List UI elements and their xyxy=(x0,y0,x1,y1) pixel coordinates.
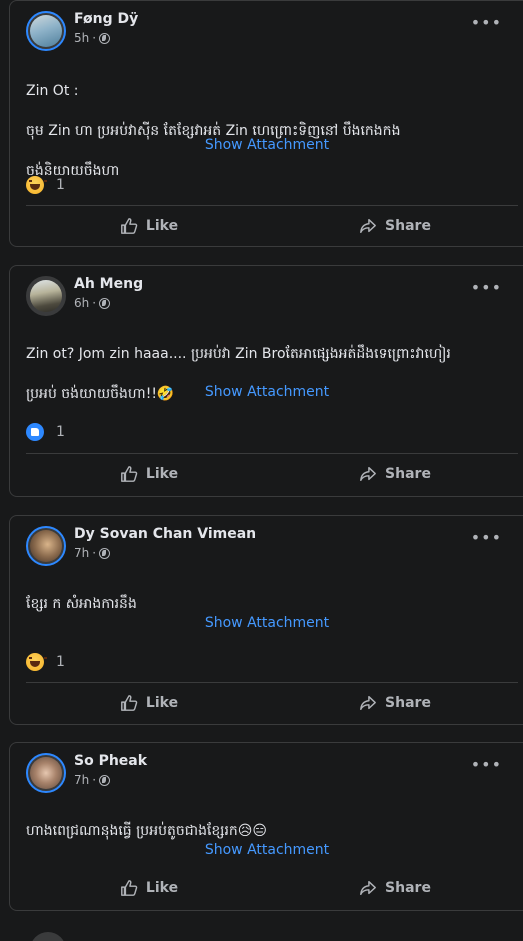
share-button[interactable]: Share xyxy=(272,870,518,906)
post-meta: 5h · xyxy=(74,31,111,45)
more-options-icon[interactable]: ••• xyxy=(471,757,502,773)
reaction-count: 1 xyxy=(56,424,65,440)
share-arrow-icon xyxy=(360,466,376,482)
share-button[interactable]: Share xyxy=(272,456,518,492)
like-button[interactable]: Like xyxy=(26,870,272,906)
globe-icon[interactable] xyxy=(99,547,111,559)
show-attachment-link[interactable]: Show Attachment xyxy=(10,842,523,858)
author-name[interactable]: Ah Meng xyxy=(74,276,143,292)
timestamp[interactable]: 7h xyxy=(74,546,89,560)
post-meta: 6h · xyxy=(74,296,111,310)
post-actions: Like Share xyxy=(26,870,518,906)
reaction-summary[interactable]: 1 xyxy=(26,423,65,441)
globe-icon[interactable] xyxy=(99,32,111,44)
post-card: So Pheak 7h · ••• ហាងពេជ្រណានុងធ្វើ ប្រអ… xyxy=(9,742,523,911)
post-card: Dy Sovan Chan Vimean 7h · ••• ខ្សែរ ក សំ… xyxy=(9,515,523,725)
avatar[interactable] xyxy=(26,276,66,316)
more-options-icon[interactable]: ••• xyxy=(471,280,502,296)
show-attachment-link[interactable]: Show Attachment xyxy=(10,615,523,631)
post-actions: Like Share xyxy=(26,456,518,492)
thumbs-up-icon xyxy=(121,880,138,896)
share-arrow-icon xyxy=(360,880,376,896)
like-label: Like xyxy=(145,218,179,234)
thumbs-up-icon xyxy=(121,695,138,711)
post-meta: 7h · xyxy=(74,773,111,787)
share-label: Share xyxy=(385,695,431,711)
timestamp[interactable]: 6h xyxy=(74,296,89,310)
globe-icon[interactable] xyxy=(99,774,111,786)
thumbs-up-icon xyxy=(121,218,138,234)
more-options-icon[interactable]: ••• xyxy=(471,530,502,546)
post-text: Zin ot? Jom zin haaa.... ប្រអប់វា Zin Br… xyxy=(26,346,451,402)
post-header: Føng Dÿ 5h · ••• xyxy=(26,11,523,51)
more-options-icon[interactable]: ••• xyxy=(471,15,502,31)
share-label: Share xyxy=(385,466,431,482)
reaction-count: 1 xyxy=(56,177,65,193)
author-name[interactable]: So Pheak xyxy=(74,753,147,769)
post-actions: Like Share xyxy=(26,685,518,721)
share-button[interactable]: Share xyxy=(272,208,518,244)
like-button[interactable]: Like xyxy=(26,208,272,244)
post-header: Dy Sovan Chan Vimean 7h · ••• xyxy=(26,526,523,566)
avatar[interactable] xyxy=(26,753,66,793)
avatar[interactable] xyxy=(30,932,66,941)
like-reaction-icon xyxy=(26,423,44,441)
show-attachment-link[interactable]: Show Attachment xyxy=(10,384,523,400)
share-button[interactable]: Share xyxy=(272,685,518,721)
like-button[interactable]: Like xyxy=(26,685,272,721)
share-arrow-icon xyxy=(360,695,376,711)
post-card: Føng Dÿ 5h · ••• Zin Ot : ចុម Zin ហា ប្រ… xyxy=(9,0,523,247)
divider xyxy=(26,205,518,206)
globe-icon[interactable] xyxy=(99,297,111,309)
timestamp[interactable]: 5h xyxy=(74,31,89,45)
author-name[interactable]: Føng Dÿ xyxy=(74,11,138,27)
reaction-count: 1 xyxy=(56,654,65,670)
divider xyxy=(26,453,518,454)
show-attachment-link[interactable]: Show Attachment xyxy=(10,137,523,153)
post-header: So Pheak 7h · ••• xyxy=(26,753,523,793)
share-arrow-icon xyxy=(360,218,376,234)
share-label: Share xyxy=(385,218,431,234)
like-label: Like xyxy=(145,880,179,896)
like-label: Like xyxy=(145,466,179,482)
post-actions: Like Share xyxy=(26,208,518,244)
avatar[interactable] xyxy=(26,526,66,566)
haha-reaction-icon xyxy=(26,176,47,194)
news-feed: Føng Dÿ 5h · ••• Zin Ot : ចុម Zin ហា ប្រ… xyxy=(0,0,523,941)
like-label: Like xyxy=(145,695,179,711)
post-text: Zin Ot : ចុម Zin ហា ប្រអប់វាស៊ីន តែខ្សែវ… xyxy=(26,83,401,179)
avatar[interactable] xyxy=(26,11,66,51)
post-header: Ah Meng 6h · ••• xyxy=(26,276,523,316)
thumbs-up-icon xyxy=(121,466,138,482)
reaction-summary[interactable]: 1 xyxy=(26,653,65,671)
like-button[interactable]: Like xyxy=(26,456,272,492)
post-meta: 7h · xyxy=(74,546,111,560)
reaction-summary[interactable]: 1 xyxy=(26,176,65,194)
haha-reaction-icon xyxy=(26,653,47,671)
post-card: Ah Meng 6h · ••• Zin ot? Jom zin haaa...… xyxy=(9,265,523,497)
timestamp[interactable]: 7h xyxy=(74,773,89,787)
share-label: Share xyxy=(385,880,431,896)
divider xyxy=(26,682,518,683)
author-name[interactable]: Dy Sovan Chan Vimean xyxy=(74,526,256,542)
